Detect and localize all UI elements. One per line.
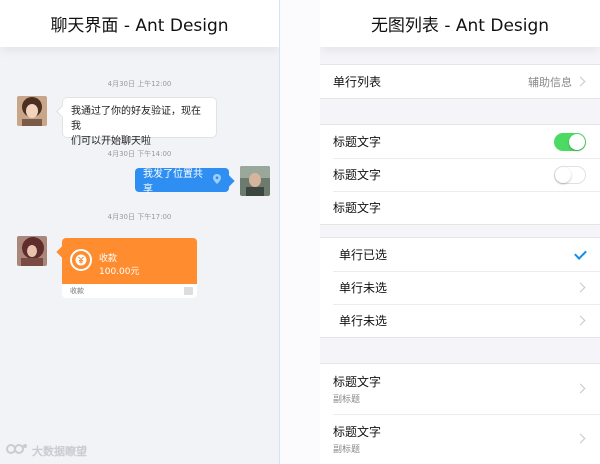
toggle-switch[interactable] [554,133,586,151]
list-panel: 无图列表 - Ant Design 单行列表 辅助信息 标题文字 标题文字 标题… [320,0,600,464]
list-group-switch: 标题文字 标题文字 标题文字 [320,124,600,225]
list-item-brief: 副标题 [333,395,361,405]
app-logo-icon [184,287,193,295]
list-item[interactable]: 标题文字 [320,191,600,224]
avatar[interactable] [240,166,270,196]
payment-amount: 100.00元 [99,267,140,277]
list-header: 无图列表 - Ant Design [320,0,600,47]
avatar[interactable] [17,236,47,266]
chevron-right-icon [575,282,586,292]
chat-panel: 聊天界面 - Ant Design 4月30日 上午12:00 我通过了你的好友… [0,0,279,464]
payment-card[interactable]: 收款 100.00元 收款 [62,238,197,298]
message-line: 我通过了你的好友验证，现在我 [71,106,201,132]
list-item[interactable]: 单行未选 [320,271,600,304]
toggle-switch[interactable] [554,166,586,184]
chat-title: 聊天界面 - Ant Design [50,16,229,36]
list-item[interactable]: 单行未选 [320,304,600,337]
list-item-label: 单行列表 [333,75,382,89]
timestamp: 4月30日 下午17:00 [107,213,172,221]
chat-header: 聊天界面 - Ant Design [0,0,279,47]
message-text: 我发了位置共享 [143,169,203,195]
money-icon [70,249,92,271]
list-item: 标题文字 [320,125,600,158]
chevron-right-icon [575,315,586,325]
list-item[interactable]: 标题文字 副标题 [320,414,600,464]
list-item-title: 标题文字 [333,425,382,439]
location-pin-icon [213,173,221,187]
timestamp: 4月30日 下午14:00 [107,150,172,158]
avatar[interactable] [17,96,47,126]
chevron-right-icon [575,433,586,444]
list-group-single: 单行列表 辅助信息 [320,64,600,99]
timestamp: 4月30日 上午12:00 [107,80,172,88]
message-bubble-received: 我通过了你的好友验证，现在我 们可以开始聊天啦 [62,97,217,147]
list-item-selected[interactable]: 单行已选 [320,238,600,271]
check-icon [574,246,587,260]
list-item: 标题文字 [320,158,600,191]
message-bubble-sent: 我发了位置共享 [135,168,229,195]
list-item-brief: 副标题 [333,445,361,455]
list-title: 无图列表 - Ant Design [370,16,550,36]
panel-divider [279,0,320,464]
list-item-label: 单行未选 [339,281,388,295]
list-group-select: 单行已选 单行未选 单行未选 [320,237,600,338]
payment-footer-label: 收款 [70,287,84,295]
list-item[interactable]: 单行列表 辅助信息 [320,65,600,98]
list-item-label: 单行已选 [339,248,388,262]
list-group-detail: 标题文字 副标题 标题文字 副标题 [320,363,600,464]
message-line: 们可以开始聊天啦 [71,136,151,147]
watermark: 大数据瞭望 [6,442,87,459]
watermark-text: 大数据瞭望 [32,444,87,458]
payment-card-body: 收款 100.00元 [62,238,197,284]
list-item-label: 标题文字 [333,201,382,215]
payment-footer: 收款 [62,284,197,298]
chevron-right-icon [575,383,586,394]
list-item-title: 标题文字 [333,375,382,389]
list-item-label: 标题文字 [333,135,382,149]
watermark-logo-icon [6,442,28,459]
list-item-label: 单行未选 [339,314,388,328]
list-item[interactable]: 标题文字 副标题 [320,364,600,414]
payment-title: 收款 [99,254,118,264]
list-item-label: 标题文字 [333,168,382,182]
toggle-knob [569,134,585,150]
toggle-knob [555,167,571,183]
chevron-right-icon [575,76,586,86]
list-item-extra: 辅助信息 [528,75,572,89]
